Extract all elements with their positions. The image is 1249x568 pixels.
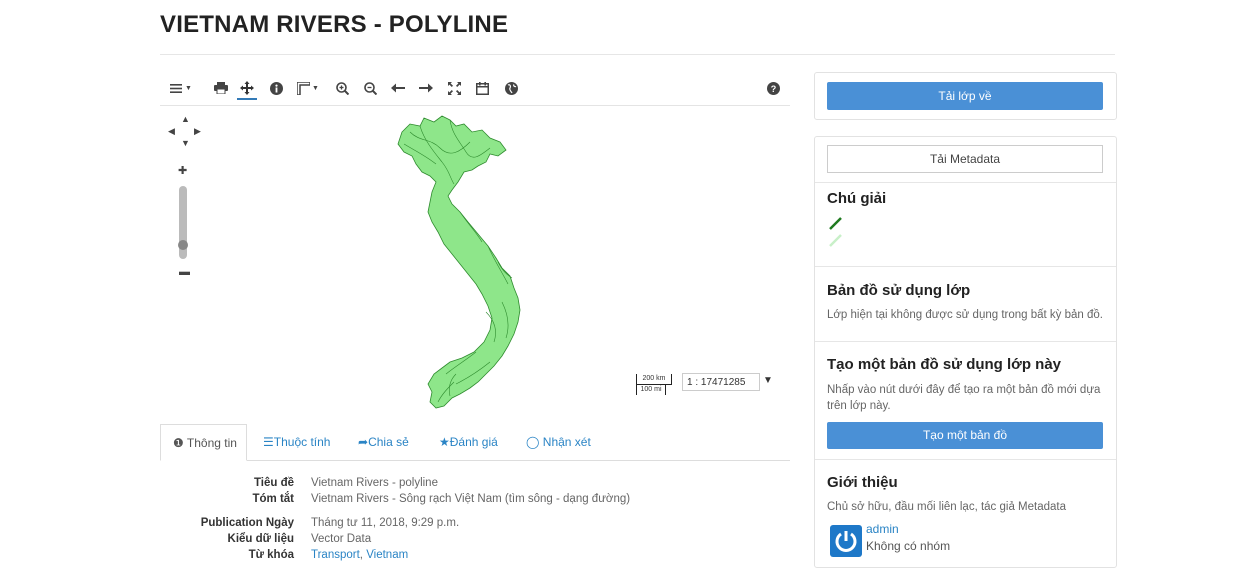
zoom-in-small-icon[interactable]: ✚	[178, 164, 187, 177]
info-value: Vietnam Rivers - Sông rạch Việt Nam (tìm…	[311, 493, 631, 505]
legend-swatch-icon	[829, 217, 842, 247]
owner-group: Không có nhóm	[866, 539, 951, 553]
pan-right-icon[interactable]: ▶	[194, 126, 201, 137]
map-panel[interactable]: ▼ ▼ ? ▲ ◀ ▶ ▼ ✚ ▬ 200 km 100 mi 1: 1747…	[160, 72, 790, 412]
section-divider	[815, 182, 1116, 183]
about-title: Giới thiệu	[827, 474, 898, 491]
section-divider	[815, 341, 1116, 342]
scale-select[interactable]: 1 : 17471285	[682, 373, 760, 391]
page-title: VIETNAM RIVERS - POLYLINE	[160, 11, 509, 38]
create-map-text: Nhấp vào nút dưới đây để tạo ra một bản …	[827, 384, 1101, 412]
zoom-out-icon[interactable]	[362, 78, 378, 98]
tab-attributes-label: Thuộc tính	[273, 435, 331, 449]
keyword-link[interactable]: Transport	[311, 549, 360, 561]
section-divider	[815, 266, 1116, 267]
info-row: Tiêu đề Vietnam Rivers - polyline	[160, 477, 790, 493]
comment-icon: ◯	[526, 435, 540, 449]
scale-mi-label: 100 mi	[636, 385, 666, 395]
bookmark-icon[interactable]	[474, 78, 490, 98]
download-layer-button[interactable]: Tải lớp về	[827, 82, 1103, 110]
tab-attributes[interactable]: ☰Thuộc tính	[263, 424, 330, 459]
info-label: Từ khóa	[248, 549, 294, 561]
section-divider	[815, 459, 1116, 460]
tab-rating-label: Đánh giá	[449, 435, 498, 449]
svg-text:?: ?	[770, 84, 776, 94]
tab-share[interactable]: ➦Chia sẻ	[358, 424, 409, 459]
pan-navigator[interactable]: ▲ ◀ ▶ ▼	[168, 114, 201, 154]
download-metadata-button[interactable]: Tải Metadata	[827, 145, 1103, 173]
zoom-slider-handle[interactable]	[178, 240, 188, 250]
map-toolbar: ▼ ▼ ?	[160, 72, 790, 106]
arrow-left-icon[interactable]	[390, 78, 406, 98]
create-map-button[interactable]: Tạo một bản đồ	[827, 422, 1103, 449]
share-icon: ➦	[358, 435, 369, 449]
star-icon: ★	[439, 435, 450, 449]
pan-up-icon[interactable]: ▲	[181, 114, 190, 124]
info-row: Publication Ngày Tháng tư 11, 2018, 9:29…	[160, 517, 790, 533]
map-scale-bar: 200 km 100 mi	[636, 374, 672, 396]
pan-down-icon[interactable]: ▼	[181, 138, 190, 148]
tab-info-label: Thông tin	[186, 436, 237, 450]
info-label: Tiêu đề	[253, 477, 294, 489]
globe-icon[interactable]	[503, 78, 519, 98]
tab-info[interactable]: ❶ Thông tin	[160, 424, 247, 461]
info-value: Tháng tư 11, 2018, 9:29 p.m.	[311, 517, 460, 529]
info-value: Vector Data	[311, 533, 372, 545]
arrow-right-icon[interactable]	[418, 78, 434, 98]
maps-using-text: Lớp hiện tại không được sử dụng trong bấ…	[827, 309, 1103, 321]
info-row: Kiểu dữ liệu Vector Data	[160, 533, 790, 549]
info-label: Publication Ngày	[200, 517, 294, 529]
legend-title: Chú giải	[827, 190, 887, 207]
info-value: Transport, Vietnam	[311, 549, 409, 561]
tab-rating[interactable]: ★Đánh giá	[439, 424, 498, 459]
avatar[interactable]	[830, 525, 862, 557]
info-value: Vietnam Rivers - polyline	[311, 477, 438, 489]
vietnam-rivers-map	[397, 115, 521, 409]
pan-icon[interactable]	[237, 78, 257, 100]
pan-left-icon[interactable]: ◀	[168, 126, 175, 137]
power-icon	[835, 531, 857, 552]
info-row: Tóm tắt Vietnam Rivers - Sông rạch Việt …	[160, 493, 790, 509]
info-circle-icon: ❶	[173, 436, 184, 450]
owner-name-link[interactable]: admin	[866, 522, 899, 536]
layers-menu-icon[interactable]: ▼	[168, 78, 194, 98]
zoom-out-small-icon[interactable]: ▬	[179, 266, 190, 278]
info-label: Kiểu dữ liệu	[227, 533, 294, 545]
about-text: Chủ sở hữu, đầu mối liên lạc, tác giả Me…	[827, 501, 1066, 513]
fullscreen-icon[interactable]	[446, 78, 462, 98]
print-icon[interactable]	[212, 78, 230, 98]
info-label: Tóm tắt	[252, 493, 294, 505]
zoom-in-icon[interactable]	[334, 78, 350, 98]
list-icon: ☰	[263, 435, 274, 449]
download-box: Tải lớp về	[814, 72, 1117, 120]
detail-tabs: ❶ Thông tin ☰Thuộc tính ➦Chia sẻ ★Đánh g…	[160, 424, 790, 461]
layer-sidebar: Tải Metadata Chú giải Bản đồ sử dụng lớp…	[814, 136, 1117, 568]
scale-km-label: 200 km	[636, 374, 672, 385]
info-icon[interactable]	[268, 78, 284, 98]
tab-comments[interactable]: ◯ Nhận xét	[526, 424, 591, 459]
tab-comments-label: Nhận xét	[542, 435, 591, 449]
info-row: Từ khóa Transport, Vietnam	[160, 549, 790, 565]
create-map-title: Tạo một bản đồ sử dụng lớp này	[827, 356, 1062, 373]
title-divider	[160, 54, 1115, 55]
keyword-link[interactable]: Vietnam	[366, 549, 408, 561]
chevron-down-icon[interactable]: ▼	[763, 375, 773, 386]
tab-share-label: Chia sẻ	[368, 435, 409, 449]
maps-using-title: Bản đồ sử dụng lớp	[827, 282, 971, 299]
measure-tool-icon[interactable]: ▼	[294, 78, 322, 98]
help-icon[interactable]: ?	[765, 78, 781, 98]
